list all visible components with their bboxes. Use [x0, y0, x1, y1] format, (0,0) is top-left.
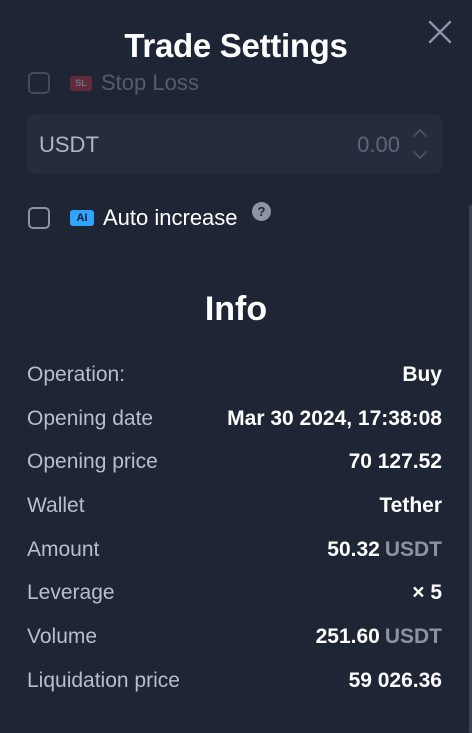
info-label: Opening date: [27, 406, 154, 430]
info-value: Buy: [402, 362, 442, 386]
info-label: Operation:: [27, 362, 126, 386]
ai-badge: AI: [70, 210, 94, 226]
info-value: 70 127.52: [348, 450, 442, 474]
stop-loss-label: Stop Loss: [101, 70, 199, 95]
auto-increase-label: Auto increase: [103, 205, 238, 230]
info-value: Mar 30 2024, 17:38:08: [227, 406, 442, 430]
info-value: 251.60 USDT: [315, 624, 442, 648]
info-value: × 5: [412, 581, 442, 605]
info-label: Amount: [27, 537, 100, 561]
up-down-chevron-icon[interactable]: [412, 126, 428, 162]
info-row-volume: Volume 251.60 USDT: [27, 615, 442, 659]
info-heading: Info: [204, 290, 268, 328]
input-currency-label: USDT: [39, 132, 99, 157]
info-row-opening-price: Opening price 70 127.52: [27, 440, 442, 484]
help-icon[interactable]: ?: [252, 202, 271, 221]
amount-input[interactable]: USDT 0.00: [27, 114, 442, 174]
info-value: 59 026.36: [348, 668, 442, 692]
info-row-wallet: Wallet Tether: [27, 484, 442, 528]
info-label: Opening price: [27, 450, 158, 474]
info-value: 50.32 USDT: [327, 537, 442, 561]
value-stepper[interactable]: [412, 126, 428, 162]
auto-increase-row[interactable]: AI Auto increase: [28, 204, 238, 232]
page-title: Trade Settings: [124, 27, 348, 64]
trade-settings-panel: Trade Settings SL Stop Loss USDT 0.00 AI…: [0, 0, 472, 733]
info-list: Operation: Buy Opening date Mar 30 2024,…: [27, 353, 442, 703]
info-value: Tether: [379, 493, 442, 517]
stop-loss-badge: SL: [70, 75, 92, 91]
info-label: Wallet: [27, 493, 85, 517]
info-unit: USDT: [384, 537, 442, 561]
info-row-liquidation-price: Liquidation price 59 026.36: [27, 659, 442, 703]
close-button[interactable]: [424, 16, 456, 48]
stop-loss-checkbox[interactable]: [28, 72, 50, 94]
close-icon: [428, 20, 452, 44]
info-label: Leverage: [27, 581, 115, 605]
info-label: Volume: [27, 624, 98, 648]
input-value[interactable]: 0.00: [357, 132, 400, 158]
info-unit: USDT: [384, 624, 442, 648]
auto-increase-checkbox[interactable]: [28, 207, 50, 229]
info-label: Liquidation price: [27, 668, 180, 692]
info-row-leverage: Leverage × 5: [27, 571, 442, 615]
info-row-amount: Amount 50.32 USDT: [27, 528, 442, 572]
info-row-operation: Operation: Buy: [27, 353, 442, 397]
info-row-opening-date: Opening date Mar 30 2024, 17:38:08: [27, 397, 442, 441]
stop-loss-row[interactable]: SL Stop Loss: [28, 70, 199, 96]
